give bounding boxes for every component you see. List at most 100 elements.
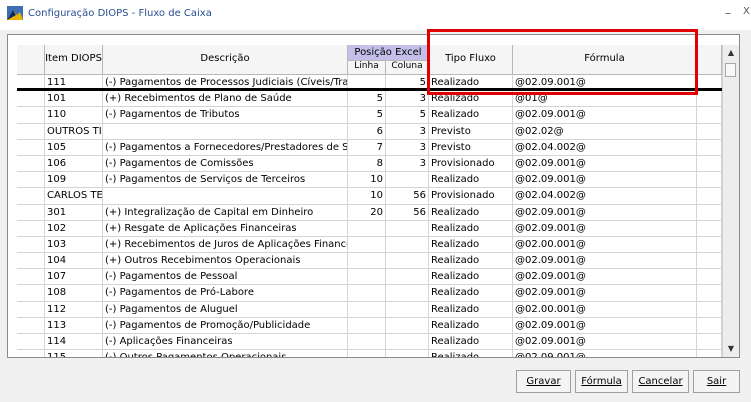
- cell-item[interactable]: 111: [45, 75, 103, 89]
- vertical-scrollbar[interactable]: ▲ ▼: [722, 45, 739, 357]
- cell-formula[interactable]: @02.00.001@: [513, 301, 697, 317]
- row-indicator[interactable]: [17, 155, 45, 172]
- table-row[interactable]: 103 (+) Recebimentos de Juros de Aplicaçõ…: [17, 236, 722, 254]
- cancelar-button[interactable]: Cancelar: [632, 370, 689, 393]
- cell-formula[interactable]: @01@: [513, 91, 697, 107]
- cell-coluna[interactable]: [386, 269, 429, 285]
- cell-formula[interactable]: @02.04.002@: [513, 188, 697, 204]
- cell-extra[interactable]: [697, 350, 722, 357]
- cell-extra[interactable]: [697, 155, 722, 172]
- cell-extra[interactable]: [697, 269, 722, 285]
- cell-linha[interactable]: 10: [348, 172, 386, 188]
- cell-item[interactable]: 107: [45, 269, 103, 285]
- cell-formula[interactable]: @02.02@: [513, 123, 697, 139]
- cell-extra[interactable]: [697, 236, 722, 253]
- table-row[interactable]: 114 (-) Aplicações Financeiras Realizado @0…: [17, 334, 722, 351]
- cell-descricao[interactable]: [103, 123, 348, 139]
- table-row[interactable]: 108 (-) Pagamentos de Pró-Labore Realizado…: [17, 285, 722, 302]
- cell-extra[interactable]: [697, 285, 722, 301]
- cell-descricao[interactable]: (+) Recebimentos de Juros de Aplicações …: [103, 236, 348, 253]
- cell-descricao[interactable]: (-) Pagamentos de Serviços de Terceiros: [103, 172, 348, 188]
- cell-tipo[interactable]: Realizado: [429, 107, 513, 123]
- cell-descricao[interactable]: (-) Aplicações Financeiras: [103, 334, 348, 350]
- cell-item[interactable]: 104: [45, 253, 103, 269]
- cell-item[interactable]: 102: [45, 220, 103, 236]
- cell-formula[interactable]: @02.09.001@: [513, 334, 697, 350]
- row-indicator[interactable]: [17, 188, 45, 204]
- cell-item[interactable]: 115: [45, 350, 103, 357]
- cell-tipo[interactable]: Realizado: [429, 269, 513, 285]
- row-indicator[interactable]: [17, 350, 45, 357]
- table-row[interactable]: 104 (+) Outros Recebimentos Operacionais R…: [17, 253, 722, 270]
- cell-item[interactable]: CARLOS TES: [45, 188, 103, 204]
- gravar-button[interactable]: Gravar: [516, 370, 571, 393]
- cell-descricao[interactable]: (-) Outros Pagamentos Operacionais: [103, 350, 348, 357]
- cell-descricao[interactable]: [103, 188, 348, 204]
- cell-linha[interactable]: 20: [348, 204, 386, 220]
- cell-item[interactable]: OUTROS TIL: [45, 123, 103, 139]
- cell-item[interactable]: 110: [45, 107, 103, 123]
- scroll-thumb[interactable]: [725, 63, 736, 77]
- cell-item[interactable]: 109: [45, 172, 103, 188]
- cell-coluna[interactable]: 3: [386, 123, 429, 139]
- cell-item[interactable]: 106: [45, 155, 103, 172]
- cell-descricao[interactable]: (+) Recebimentos de Plano de Saúde: [103, 91, 348, 107]
- table-row[interactable]: 106 (-) Pagamentos de Comissões 8 3 Provisio…: [17, 155, 722, 173]
- cell-linha[interactable]: [348, 285, 386, 301]
- row-indicator[interactable]: [17, 285, 45, 301]
- cell-descricao[interactable]: (-) Pagamentos de Pró-Labore: [103, 285, 348, 301]
- cell-formula[interactable]: @02.09.001@: [513, 317, 697, 333]
- cell-tipo[interactable]: Realizado: [429, 317, 513, 333]
- cell-extra[interactable]: [697, 172, 722, 188]
- column-header-descricao[interactable]: Descrição: [103, 45, 348, 75]
- cell-descricao[interactable]: (+) Outros Recebimentos Operacionais: [103, 253, 348, 269]
- cell-extra[interactable]: [697, 317, 722, 333]
- cell-formula[interactable]: @02.00.001@: [513, 236, 697, 253]
- table-row[interactable]: 110 (-) Pagamentos de Tributos 5 5 Realizado…: [17, 107, 722, 124]
- table-row[interactable]: 102 (+) Resgate de Aplicações Financeiras…: [17, 220, 722, 237]
- formula-button[interactable]: Fórmula: [575, 370, 628, 393]
- cell-item[interactable]: 113: [45, 317, 103, 333]
- cell-descricao[interactable]: (-) Pagamentos de Processos Judiciais (C…: [103, 75, 348, 89]
- row-indicator[interactable]: [17, 172, 45, 188]
- cell-tipo[interactable]: Realizado: [429, 172, 513, 188]
- table-row[interactable]: 101 (+) Recebimentos de Plano de Saúde 5 3 R…: [17, 91, 722, 108]
- row-indicator[interactable]: [17, 91, 45, 107]
- cell-formula[interactable]: @02.09.001@: [513, 155, 697, 172]
- cell-coluna[interactable]: 56: [386, 204, 429, 220]
- cell-coluna[interactable]: 5: [386, 75, 429, 89]
- column-header-item[interactable]: Item DIOPS: [45, 45, 103, 75]
- cell-tipo[interactable]: Realizado: [429, 253, 513, 269]
- column-header-formula[interactable]: Fórmula: [513, 45, 697, 75]
- cell-extra[interactable]: [697, 334, 722, 350]
- row-indicator[interactable]: [17, 107, 45, 123]
- cell-linha[interactable]: 7: [348, 139, 386, 155]
- row-indicator[interactable]: [17, 139, 45, 155]
- cell-tipo[interactable]: Realizado: [429, 350, 513, 357]
- cell-formula[interactable]: @02.09.001@: [513, 204, 697, 220]
- close-button[interactable]: X: [743, 6, 750, 17]
- cell-tipo[interactable]: Realizado: [429, 334, 513, 350]
- cell-linha[interactable]: [348, 269, 386, 285]
- cell-tipo[interactable]: Realizado: [429, 220, 513, 236]
- column-header-coluna[interactable]: Coluna: [386, 61, 429, 75]
- cell-formula[interactable]: @02.09.001@: [513, 350, 697, 357]
- row-indicator[interactable]: [17, 301, 45, 317]
- cell-coluna[interactable]: [386, 253, 429, 269]
- minimize-button[interactable]: –: [725, 6, 731, 20]
- cell-linha[interactable]: [348, 301, 386, 317]
- scroll-up-icon[interactable]: ▲: [723, 45, 739, 61]
- cell-linha[interactable]: [348, 317, 386, 333]
- cell-formula[interactable]: @02.09.001@: [513, 220, 697, 236]
- cell-tipo[interactable]: Realizado: [429, 91, 513, 107]
- cell-item[interactable]: 108: [45, 285, 103, 301]
- cell-coluna[interactable]: [386, 301, 429, 317]
- cell-formula[interactable]: @02.09.001@: [513, 172, 697, 188]
- table-row[interactable]: 109 (-) Pagamentos de Serviços de Terceir…: [17, 172, 722, 189]
- cell-descricao[interactable]: (-) Pagamentos de Aluguel: [103, 301, 348, 317]
- cell-tipo[interactable]: Realizado: [429, 236, 513, 253]
- cell-extra[interactable]: [697, 139, 722, 155]
- cell-extra[interactable]: [697, 253, 722, 269]
- column-header-linha[interactable]: Linha: [348, 61, 386, 75]
- cell-coluna[interactable]: [386, 285, 429, 301]
